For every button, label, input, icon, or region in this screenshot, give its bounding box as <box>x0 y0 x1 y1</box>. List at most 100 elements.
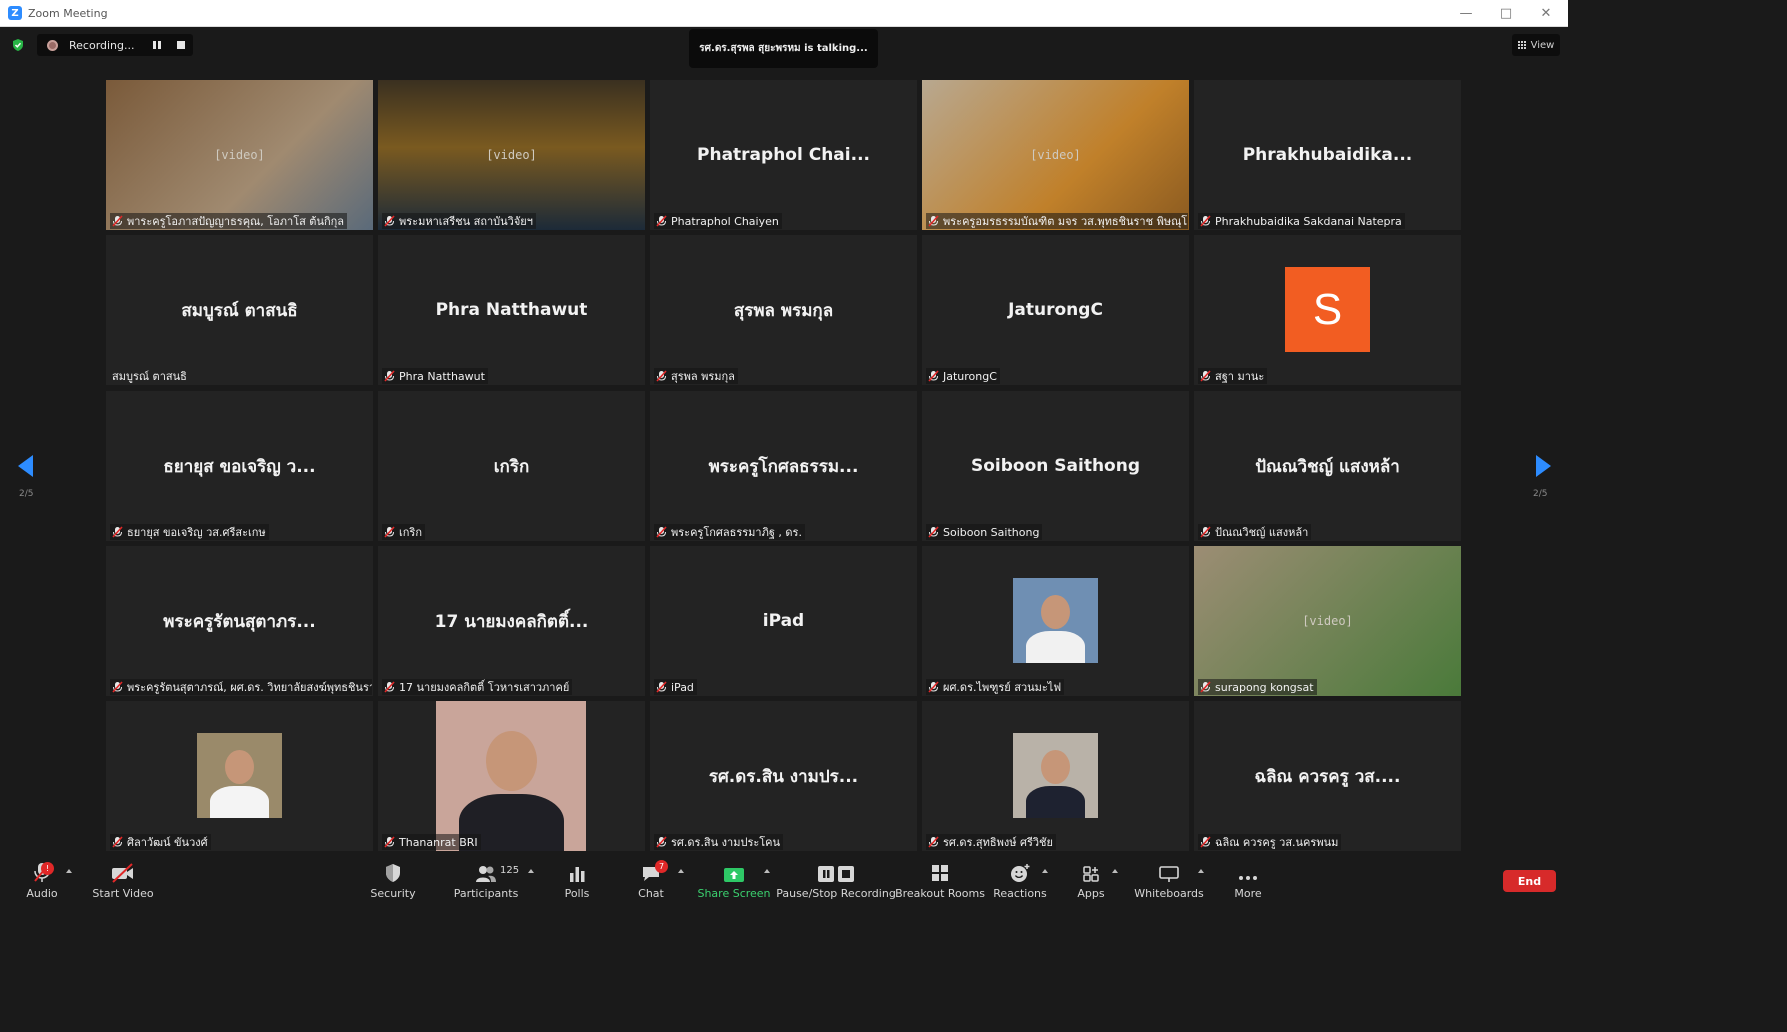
participant-tile[interactable]: Phatraphol Chai... Phatraphol Chaiyen <box>650 80 917 230</box>
share-options-caret-icon[interactable] <box>764 869 770 873</box>
more-button[interactable]: More <box>1230 853 1266 906</box>
participant-tile[interactable]: [video] พระมหาเสรีชน สถาบันวิจัยฯ <box>378 80 645 230</box>
participant-tile[interactable]: สุรพล พรมกุล สุรพล พรมกุล <box>650 235 917 385</box>
participant-tile[interactable]: Phrakhubaidika... Phrakhubaidika Sakdanai… <box>1194 80 1461 230</box>
participant-profile-photo <box>1013 733 1098 818</box>
reactions-options-caret-icon[interactable] <box>1042 869 1048 873</box>
participant-display-name: JaturongC <box>1008 300 1103 320</box>
participants-label: Participants <box>453 887 519 900</box>
participant-tile[interactable]: Soiboon Saithong Soiboon Saithong <box>922 391 1189 541</box>
participants-button[interactable]: Participants <box>453 853 519 906</box>
participant-tile[interactable]: รศ.ดร.สิน งามปร... รศ.ดร.สิน งามประโคน <box>650 701 917 851</box>
participant-tile[interactable]: Phra Natthawut Phra Natthawut <box>378 235 645 385</box>
participant-name: JaturongC <box>943 369 997 383</box>
participant-display-name: iPad <box>762 611 805 631</box>
participant-video-feed: [video] <box>106 80 373 230</box>
participant-tile[interactable]: JaturongC JaturongC <box>922 235 1189 385</box>
mic-muted-icon <box>112 836 123 848</box>
participant-tile[interactable]: [video] พระครูอมรธรรมบัณฑิต มจร วส.พุทธชิ… <box>922 80 1189 230</box>
share-screen-button[interactable]: Share Screen <box>697 853 771 906</box>
participant-tile[interactable]: ผศ.ดร.ไพฑูรย์ สวนมะไฟ <box>922 546 1189 696</box>
whiteboards-options-caret-icon[interactable] <box>1198 869 1204 873</box>
pause-stop-recording-button[interactable]: Pause/Stop Recording <box>776 853 896 906</box>
start-video-button[interactable]: Start Video <box>92 853 154 906</box>
participant-tile[interactable]: S สฐา มานะ <box>1194 235 1461 385</box>
close-button[interactable]: ✕ <box>1526 0 1566 27</box>
participant-display-name: Soiboon Saithong <box>970 456 1141 476</box>
view-button[interactable]: View <box>1512 34 1560 56</box>
security-button[interactable]: Security <box>370 853 416 906</box>
end-meeting-button[interactable]: End <box>1503 870 1556 892</box>
mic-muted-icon <box>656 215 667 227</box>
participant-name-label: รศ.ดร.สุทธิพงษ์ ศรีวิชัย <box>926 834 1056 850</box>
whiteboards-label: Whiteboards <box>1134 887 1204 900</box>
mic-muted-icon <box>928 370 939 382</box>
participant-name-label: surapong kongsat <box>1198 679 1317 695</box>
participant-tile[interactable]: ปัณณวิชญ์ แสงหล้า ปัณณวิชญ์ แสงหล้า <box>1194 391 1461 541</box>
more-label: More <box>1234 887 1262 900</box>
mic-muted-icon <box>656 370 667 382</box>
participant-tile[interactable]: Thananrat BRI <box>378 701 645 851</box>
mic-muted-icon <box>928 836 939 848</box>
chat-options-caret-icon[interactable] <box>678 869 684 873</box>
audio-button[interactable]: Audio <box>22 853 62 906</box>
participants-count: 125 <box>500 865 520 876</box>
participant-tile[interactable]: ธยายุส ขอเจริญ ว... ธยายุส ขอเจริญ วส.ศรี… <box>106 391 373 541</box>
mic-muted-icon <box>656 836 667 848</box>
previous-page-arrow-icon[interactable] <box>18 455 33 477</box>
mic-muted-icon <box>928 526 939 538</box>
reactions-smiley-icon <box>1011 864 1030 882</box>
participant-tile[interactable]: [video] surapong kongsat <box>1194 546 1461 696</box>
participant-name: เกริก <box>399 526 422 539</box>
participant-display-name: ฉลิณ ควรครู วส.... <box>1254 766 1401 787</box>
participant-tile[interactable]: รศ.ดร.สุทธิพงษ์ ศรีวิชัย <box>922 701 1189 851</box>
mic-muted-icon <box>1200 526 1211 538</box>
participant-video-feed: [video] <box>1194 546 1461 696</box>
maximize-button[interactable]: □ <box>1486 0 1526 27</box>
mic-muted-icon <box>1200 681 1211 693</box>
participant-display-name: ปัณณวิชญ์ แสงหล้า <box>1255 456 1400 477</box>
participant-profile-photo <box>197 733 282 818</box>
reactions-label: Reactions <box>993 887 1047 900</box>
participant-name: พระครูโกศลธรรมาภิฐ , ดร. <box>671 526 802 539</box>
next-page-arrow-icon[interactable] <box>1536 455 1551 477</box>
participants-options-caret-icon[interactable] <box>528 869 534 873</box>
participant-tile[interactable]: ศิลาวัฒน์ ขันวงศ์ <box>106 701 373 851</box>
participant-name: Soiboon Saithong <box>943 525 1040 539</box>
mic-muted-icon <box>656 681 667 693</box>
meeting-toolbar: Audio ! Start Video Security Participant… <box>0 853 1568 906</box>
reactions-button[interactable]: Reactions <box>993 853 1047 906</box>
participant-name: Thananrat BRI <box>399 835 478 849</box>
polls-button[interactable]: Polls <box>560 853 594 906</box>
pause-stop-recording-label: Pause/Stop Recording <box>776 887 896 900</box>
participant-display-name: สุรพล พรมกุล <box>733 300 834 321</box>
participant-name: พาระครูโอภาสปัญญาธรคุณ, โอภาโส ต้นกิกุล <box>127 215 345 228</box>
participant-name-label: พระมหาเสรีชน สถาบันวิจัยฯ <box>382 213 536 229</box>
whiteboards-button[interactable]: Whiteboards <box>1134 853 1204 906</box>
participant-tile[interactable]: พระครูโกศลธรรม... พระครูโกศลธรรมาภิฐ , ดร… <box>650 391 917 541</box>
security-shield-icon[interactable] <box>11 38 25 52</box>
participant-name-label: ศิลาวัฒน์ ขันวงศ์ <box>110 834 211 850</box>
participant-name-label: Phra Natthawut <box>382 368 488 384</box>
apps-button[interactable]: Apps <box>1074 853 1108 906</box>
participant-tile[interactable]: [video] พาระครูโอภาสปัญญาธรคุณ, โอภาโส ต้… <box>106 80 373 230</box>
polls-label: Polls <box>564 887 590 900</box>
participant-name: iPad <box>671 680 694 694</box>
participant-display-name: รศ.ดร.สิน งามปร... <box>708 766 859 787</box>
participant-tile[interactable]: ฉลิณ ควรครู วส.... ฉลิณ ควรครู วส.นครพนม <box>1194 701 1461 851</box>
participant-tile[interactable]: สมบูรณ์ ตาสนธิ สมบูรณ์ ตาสนธิ <box>106 235 373 385</box>
pause-recording-icon[interactable] <box>153 41 161 49</box>
participant-name-label: ธยายุส ขอเจริญ วส.ศรีสะเกษ <box>110 524 269 540</box>
minimize-button[interactable]: — <box>1446 0 1486 27</box>
apps-options-caret-icon[interactable] <box>1112 869 1118 873</box>
participant-tile[interactable]: 17 นายมงคลกิตติ์... 17 นายมงคลกิตติ์ โวหา… <box>378 546 645 696</box>
participant-tile[interactable]: เกริก เกริก <box>378 391 645 541</box>
audio-options-caret-icon[interactable] <box>66 869 72 873</box>
breakout-rooms-button[interactable]: Breakout Rooms <box>895 853 985 906</box>
participant-tile[interactable]: พระครูรัตนสุตาภร... พระครูรัตนสุตาภรณ์, ผ… <box>106 546 373 696</box>
participant-name-label: พาระครูโอภาสปัญญาธรคุณ, โอภาโส ต้นกิกุล <box>110 213 348 229</box>
participant-tile[interactable]: iPad iPad <box>650 546 917 696</box>
stop-recording-icon[interactable] <box>177 41 185 49</box>
participant-name-label: JaturongC <box>926 368 1000 384</box>
mic-muted-icon <box>384 370 395 382</box>
